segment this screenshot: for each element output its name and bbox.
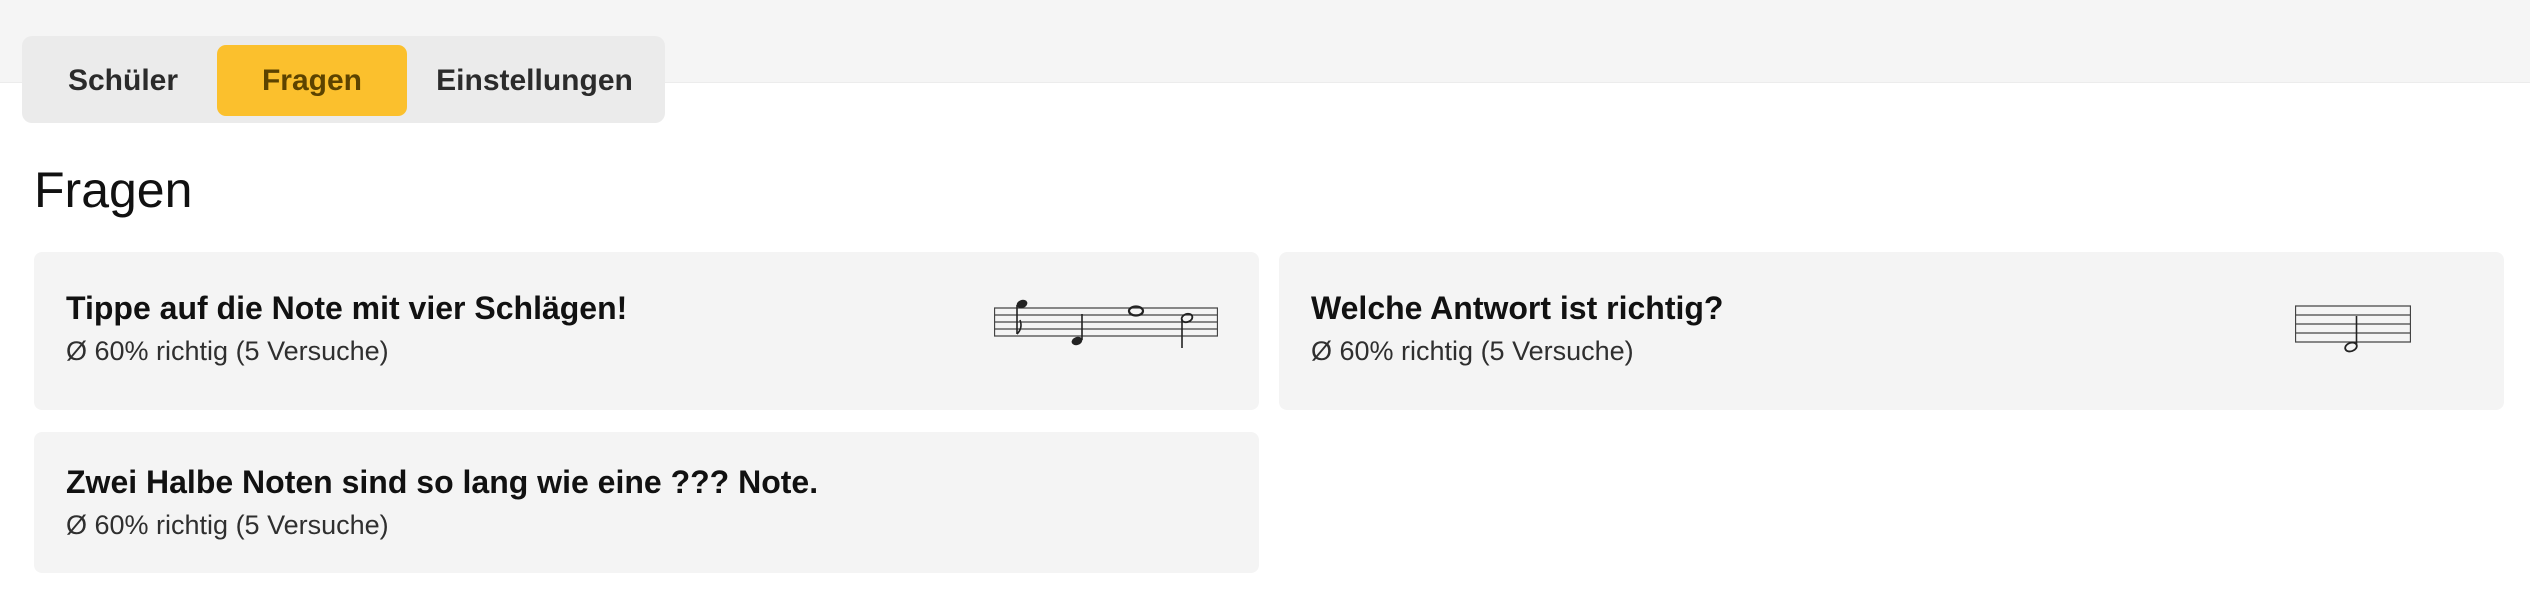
question-stats: Ø 60% richtig (5 Versuche) bbox=[1311, 336, 1634, 366]
staff-half-note-icon bbox=[2295, 305, 2411, 353]
question-card[interactable]: Welche Antwort ist richtig? Ø 60% richti… bbox=[1279, 252, 2504, 410]
tab-schueler[interactable]: Schüler bbox=[43, 45, 203, 116]
staff-four-notes-icon bbox=[994, 299, 1218, 348]
tab-einstellungen[interactable]: Einstellungen bbox=[420, 45, 649, 116]
question-title: Zwei Halbe Noten sind so lang wie eine ?… bbox=[66, 464, 819, 500]
tab-bar: Schüler Fragen Einstellungen bbox=[22, 36, 665, 123]
tab-fragen[interactable]: Fragen bbox=[217, 45, 407, 116]
question-title: Tippe auf die Note mit vier Schlägen! bbox=[66, 290, 628, 326]
page-title: Fragen bbox=[34, 162, 193, 218]
question-card[interactable]: Tippe auf die Note mit vier Schlägen! Ø … bbox=[34, 252, 1259, 410]
question-stats: Ø 60% richtig (5 Versuche) bbox=[66, 510, 389, 540]
question-card[interactable]: Zwei Halbe Noten sind so lang wie eine ?… bbox=[34, 432, 1259, 573]
question-stats: Ø 60% richtig (5 Versuche) bbox=[66, 336, 389, 366]
question-title: Welche Antwort ist richtig? bbox=[1311, 290, 1724, 326]
